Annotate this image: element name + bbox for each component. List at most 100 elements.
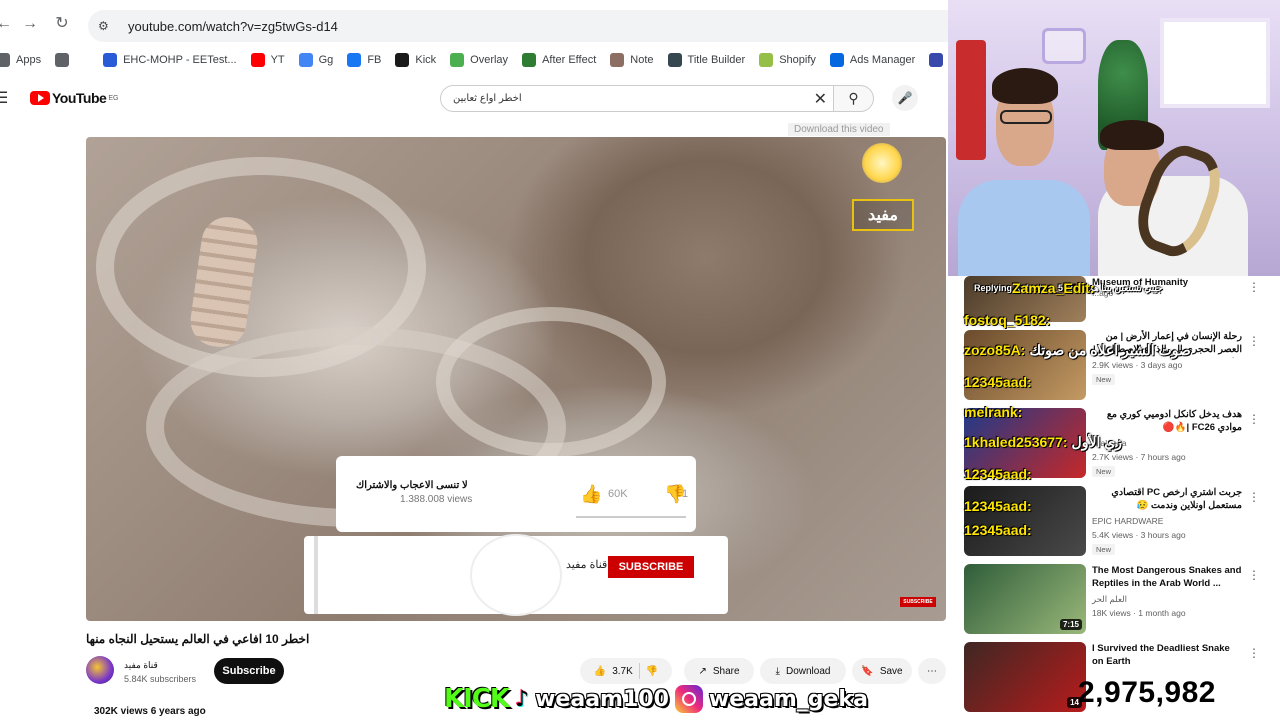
- promo-likes: 60K: [608, 488, 628, 500]
- chat-text: صوت الشير اعلاه من صوتك: [1029, 342, 1191, 358]
- bookmark-item[interactable]: Gg: [298, 53, 333, 67]
- search-query[interactable]: اخطر اواع ثعابين: [453, 93, 522, 104]
- ehc-icon: [103, 53, 118, 67]
- bookmark-label: Shopify: [779, 54, 816, 66]
- hair: [1100, 120, 1164, 150]
- meta-icon: [829, 53, 844, 67]
- recommended-title[interactable]: I Survived the Deadliest Snake on Earth: [1092, 642, 1242, 668]
- bookmark-item[interactable]: Ads Manager: [829, 53, 915, 67]
- card-subscribe-button: SUBSCRIBE: [608, 556, 694, 578]
- like-button[interactable]: 👍 3.7K: [594, 666, 633, 677]
- subscriber-count: 5.84K subscribers: [124, 674, 197, 684]
- chat-text: زي الأول: [1071, 434, 1122, 450]
- dislike-button[interactable]: 👎: [646, 666, 658, 677]
- more-options-icon[interactable]: ⋮: [1248, 646, 1260, 660]
- glasses: [1000, 110, 1052, 124]
- divider: [638, 663, 640, 679]
- card-frame: [314, 536, 380, 614]
- download-icon: ⤓: [775, 665, 780, 677]
- promo-dislikes: 1: [682, 488, 689, 500]
- recommended-meta: 18K views · 1 month ago: [1092, 608, 1186, 618]
- snake-coil: [436, 307, 666, 457]
- url-text[interactable]: youtube.com/watch?v=zg5twGs-d14: [128, 19, 338, 34]
- kick-logo: KICK: [444, 684, 510, 714]
- bookmark-item[interactable]: Kick: [395, 53, 436, 67]
- menu-icon[interactable]: ☰: [0, 88, 8, 108]
- share-button[interactable]: ↗ Share: [684, 658, 754, 684]
- download-button[interactable]: ⤓ Download: [760, 658, 846, 684]
- bookmark-item[interactable]: Overlay: [450, 53, 508, 67]
- bookmark-item[interactable]: After Effect: [522, 53, 596, 67]
- site-info-icon[interactable]: ⚙: [98, 18, 114, 34]
- search-input[interactable]: اخطر اواع ثعابين ✕: [440, 85, 834, 112]
- chat-message: melrank:: [964, 404, 1022, 420]
- forward-icon[interactable]: →: [20, 14, 40, 34]
- bookmark-item[interactable]: Apps: [0, 53, 41, 67]
- channel-circle: [472, 536, 560, 614]
- bookmark-item[interactable]: YT: [250, 53, 285, 67]
- more-options-icon[interactable]: ⋮: [1248, 412, 1260, 426]
- bookmark-label: After Effect: [542, 54, 597, 66]
- bookmarks-bar: Apps EHC-MOHP - EETest... YT Gg FB Kick Overla…: [0, 48, 948, 72]
- title-builder-icon: [667, 53, 682, 67]
- download-video-button[interactable]: Download this video: [788, 123, 890, 136]
- thumbs-down-icon: 👎: [645, 665, 659, 677]
- channel-watermark: مفيد: [852, 143, 914, 239]
- lightbulb-icon: [862, 143, 902, 183]
- chat-username: fostoq_5182:: [964, 312, 1051, 328]
- chat-username: 12345aad:: [964, 466, 1032, 482]
- chat-username: 12345aad:: [964, 374, 1032, 390]
- bookmark-item[interactable]: Note: [610, 53, 654, 67]
- chat-username: melrank:: [964, 404, 1023, 420]
- duration-badge: 7:15: [1059, 619, 1082, 630]
- follower-counter: 2,975,982: [1078, 676, 1216, 709]
- share-label: Share: [712, 665, 740, 677]
- streamer-webcam: [948, 0, 1280, 276]
- subscribe-animation-card: قناة مفيد SUBSCRIBE: [304, 536, 728, 614]
- video-thumbnail[interactable]: 14: [964, 642, 1086, 712]
- google-icon: [298, 53, 313, 67]
- chat-username: 1khaled253677:: [964, 434, 1068, 450]
- back-icon[interactable]: ←: [0, 14, 14, 34]
- more-options-icon[interactable]: ⋮: [1248, 568, 1260, 582]
- thumbs-up-icon: 👍: [593, 665, 607, 677]
- hair: [992, 68, 1058, 104]
- bookmark-label: Note: [630, 54, 654, 66]
- chat-message: 12345aad:: [964, 374, 1032, 390]
- voice-search-button[interactable]: 🎤: [892, 85, 918, 111]
- shopify-icon: [759, 53, 774, 67]
- shirt: [958, 180, 1090, 276]
- reload-icon[interactable]: ↻: [52, 14, 72, 34]
- window: [1160, 18, 1270, 108]
- save-button[interactable]: 🔖 Save: [852, 658, 912, 684]
- bookmark-item[interactable]: EHC-MOHP - EETest...: [103, 53, 237, 67]
- clear-search-icon[interactable]: ✕: [814, 89, 827, 109]
- facebook-icon: [347, 53, 362, 67]
- tiktok-icon: ♪: [515, 686, 530, 712]
- live-chat-overlay: Replying to fostoq_5182: جيبي تستعبن بيتا…: [962, 276, 1202, 576]
- more-actions-button[interactable]: ⋯: [918, 658, 946, 684]
- youtube-logo[interactable]: YouTube EG: [30, 90, 118, 106]
- thumbs-up-icon: 👍: [580, 484, 603, 504]
- more-options-icon[interactable]: ⋮: [1248, 280, 1260, 294]
- more-options-icon[interactable]: ⋮: [1248, 334, 1260, 348]
- bookmark-item[interactable]: AI V: [929, 53, 948, 67]
- bookmark-item[interactable]: FB: [347, 53, 381, 67]
- save-label: Save: [879, 665, 903, 677]
- more-icon: ⋯: [927, 665, 937, 677]
- watermark-label: مفيد: [852, 199, 914, 231]
- bookmark-label: Overlay: [470, 54, 509, 66]
- promo-text: لا تنسى الاعجاب والاشتراك: [356, 480, 468, 491]
- more-options-icon[interactable]: ⋮: [1248, 490, 1260, 504]
- recommended-channel[interactable]: العلم الحر: [1092, 594, 1127, 605]
- bookmark-item[interactable]: Shopify: [759, 53, 816, 67]
- bookmark-label: Title Builder: [687, 54, 746, 66]
- channel-name[interactable]: قناة مفيد: [124, 660, 158, 671]
- channel-avatar[interactable]: [86, 656, 114, 684]
- bookmark-item[interactable]: [55, 53, 75, 67]
- address-bar[interactable]: ⚙ youtube.com/watch?v=zg5twGs-d14: [88, 10, 948, 42]
- search-button[interactable]: ⚲: [834, 85, 874, 112]
- bookmark-item[interactable]: Title Builder: [667, 53, 746, 67]
- browser-toolbar: ← → ↻ ⚙ youtube.com/watch?v=zg5twGs-d14: [0, 0, 948, 48]
- subscribe-button[interactable]: Subscribe: [214, 658, 284, 684]
